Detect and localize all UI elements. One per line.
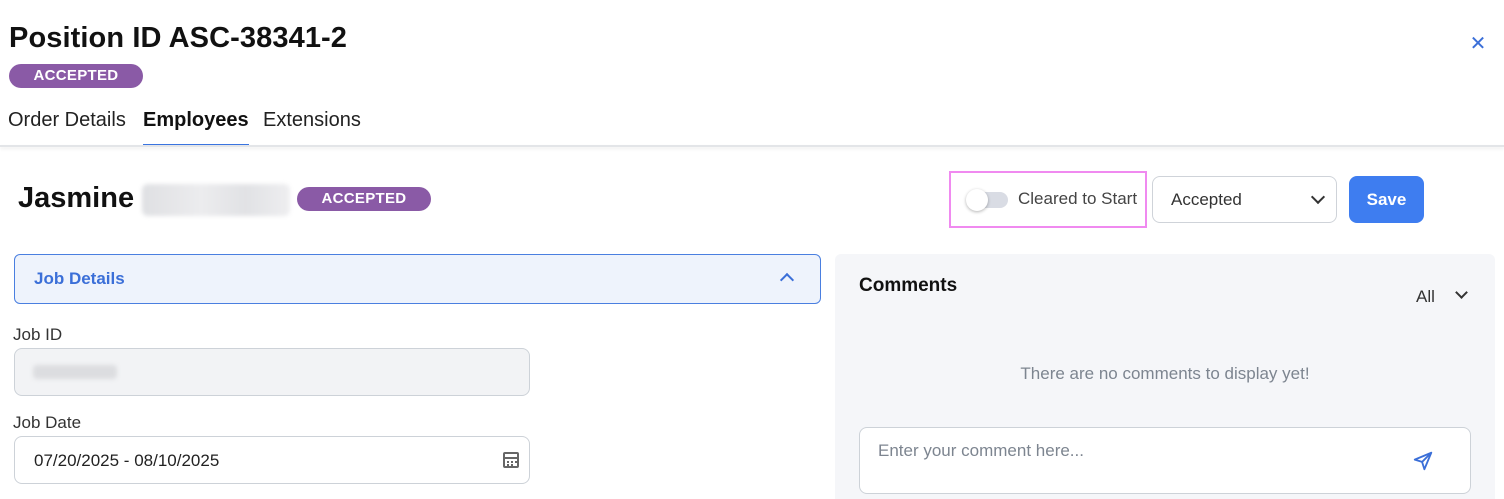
calendar-icon[interactable]: [503, 452, 519, 468]
comments-title: Comments: [859, 275, 958, 296]
employee-status-badge: ACCEPTED: [297, 187, 431, 211]
tabs-divider: [0, 145, 1504, 147]
close-icon[interactable]: ✕: [1467, 33, 1489, 55]
job-date-label: Job Date: [13, 413, 82, 432]
tab-employees[interactable]: Employees: [143, 104, 249, 147]
employee-name: Jasmine: [18, 182, 135, 214]
send-icon[interactable]: [1412, 450, 1434, 472]
cleared-to-start-label: Cleared to Start: [1018, 189, 1138, 208]
tab-order-details[interactable]: Order Details: [8, 104, 126, 146]
comments-empty-message: There are no comments to display yet!: [1020, 364, 1310, 383]
comment-input[interactable]: Enter your comment here...: [859, 427, 1471, 494]
tab-bar: Order Details Employees Extensions: [0, 104, 1504, 147]
status-select-value: Accepted: [1171, 190, 1242, 209]
job-id-value-redacted: [33, 365, 117, 379]
chevron-up-icon: [779, 272, 795, 288]
save-button[interactable]: Save: [1349, 176, 1424, 223]
comments-panel: Comments All There are no comments to di…: [835, 254, 1495, 499]
job-id-field: [14, 348, 530, 396]
job-details-section-header[interactable]: Job Details: [14, 254, 821, 304]
tab-extensions[interactable]: Extensions: [263, 104, 361, 146]
employee-status-select[interactable]: Accepted: [1152, 176, 1337, 223]
comment-input-placeholder: Enter your comment here...: [878, 441, 1084, 460]
employee-last-name-redacted: [142, 184, 290, 216]
position-status-badge: ACCEPTED: [9, 64, 143, 88]
chevron-down-icon: [1455, 286, 1468, 299]
job-date-value: 07/20/2025 - 08/10/2025: [34, 451, 220, 470]
comments-filter-dropdown[interactable]: All: [1416, 286, 1468, 307]
toggle-knob: [966, 189, 988, 211]
job-details-label: Job Details: [34, 269, 125, 288]
job-date-field[interactable]: 07/20/2025 - 08/10/2025: [14, 436, 530, 484]
job-id-label: Job ID: [13, 325, 63, 344]
comments-filter-value: All: [1416, 287, 1435, 306]
chevron-down-icon: [1310, 189, 1326, 205]
page-title: Position ID ASC-38341-2: [9, 22, 348, 54]
cleared-to-start-toggle[interactable]: [966, 189, 1008, 211]
